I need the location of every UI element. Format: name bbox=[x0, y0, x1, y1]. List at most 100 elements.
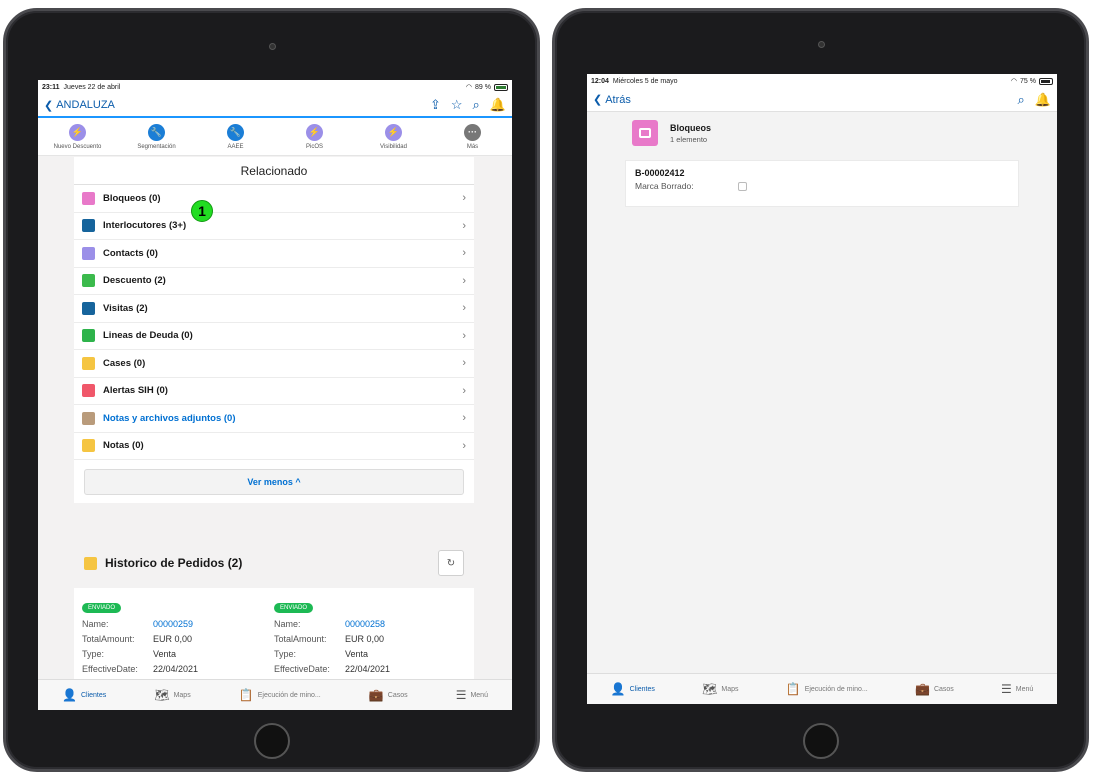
tab-icon: ☰ bbox=[455, 688, 467, 702]
back-button[interactable]: ❮ Atrás bbox=[593, 93, 631, 107]
related-item-icon bbox=[82, 384, 95, 398]
refresh-button[interactable]: ↻ bbox=[438, 550, 464, 576]
home-button[interactable] bbox=[253, 723, 290, 759]
related-item-label: Notas y archivos adjuntos (0) bbox=[103, 412, 236, 424]
order-field-value: Venta bbox=[345, 649, 369, 659]
related-item-label: Interlocutores (3+) bbox=[103, 220, 187, 232]
action-3[interactable]: ⚡ PicOS bbox=[280, 123, 350, 150]
related-item[interactable]: Descuento (2) › bbox=[74, 268, 474, 295]
chevron-right-icon: › bbox=[462, 384, 466, 397]
order-field-label: Type: bbox=[274, 649, 297, 659]
camera-icon bbox=[268, 43, 276, 50]
chevron-left-icon: ❮ bbox=[593, 94, 603, 106]
related-item[interactable]: Interlocutores (3+) › bbox=[74, 213, 474, 240]
order-field-label: EffectiveDate: bbox=[274, 664, 330, 674]
home-button[interactable] bbox=[802, 723, 839, 759]
tab-label: Clientes bbox=[80, 691, 107, 699]
action-bar: ⚡ Nuevo Descuento 🔧 Segmentación 🔧 AAEE ⚡ PicOS… bbox=[38, 118, 512, 156]
chevron-right-icon: › bbox=[462, 219, 466, 232]
order-field: Name: 00000258 bbox=[274, 617, 454, 632]
related-title: Relacionado bbox=[74, 157, 474, 185]
tab-men[interactable]: ☰ Menú bbox=[1001, 682, 1033, 696]
order-field-value[interactable]: 00000259 bbox=[153, 617, 193, 632]
bell-icon[interactable]: 🔔 bbox=[490, 97, 506, 113]
tab-icon: 🗺 bbox=[702, 682, 718, 696]
tab-icon: 🗺 bbox=[154, 688, 170, 702]
related-item[interactable]: Notas (0) › bbox=[74, 433, 474, 460]
tab-clientes[interactable]: 👤 Clientes bbox=[611, 682, 655, 696]
order-field-value: 22/04/2021 bbox=[153, 664, 199, 674]
back-button[interactable]: ❮ ANDALUZA bbox=[44, 99, 115, 112]
chevron-right-icon: › bbox=[462, 192, 466, 205]
action-0[interactable]: ⚡ Nuevo Descuento bbox=[43, 123, 113, 150]
related-item-icon bbox=[82, 356, 95, 370]
chevron-right-icon: › bbox=[462, 412, 466, 425]
record-card[interactable]: B-00002412 Marca Borrado: bbox=[625, 160, 1019, 207]
related-item[interactable]: Notas y archivos adjuntos (0) › bbox=[74, 405, 474, 433]
ver-menos-button[interactable]: Ver menos ^ bbox=[84, 469, 464, 495]
related-item-label: Notas (0) bbox=[103, 440, 144, 452]
related-item[interactable]: Cases (0) › bbox=[74, 350, 474, 378]
tab-ejecucin[interactable]: 📋 Ejecución de mino... bbox=[786, 682, 868, 696]
battery-percent: 75 % bbox=[1020, 77, 1036, 85]
tab-maps[interactable]: 🗺 Maps bbox=[154, 688, 190, 702]
action-4[interactable]: ⚡ Visibilidad bbox=[359, 123, 429, 150]
order-field-value: EUR 0,00 bbox=[153, 634, 193, 644]
tab-clientes[interactable]: 👤 Clientes bbox=[62, 688, 106, 702]
related-item-icon bbox=[82, 329, 95, 343]
tab-label: Casos bbox=[387, 691, 408, 699]
action-icon: 🔧 bbox=[148, 123, 165, 141]
callout-badge: 1 bbox=[191, 200, 213, 222]
tab-men[interactable]: ☰ Menú bbox=[456, 688, 488, 702]
wifi-icon: ◠ bbox=[1010, 78, 1018, 85]
chevron-right-icon: › bbox=[462, 329, 466, 342]
order-card: ENVIADO Name: 00000258 TotalAmount: EUR 0,00… bbox=[274, 596, 454, 680]
order-field: Type: Venta bbox=[274, 647, 454, 662]
order-field-value: EUR 0,00 bbox=[345, 634, 385, 644]
related-item[interactable]: Lineas de Deuda (0) › bbox=[74, 323, 474, 350]
order-field: EffectiveDate: 22/04/2021 bbox=[82, 662, 262, 677]
related-item[interactable]: Alertas SIH (0) › bbox=[74, 378, 474, 405]
tab-bar: 👤 Clientes 🗺 Maps 📋 Ejecución de mino... 💼 Caso… bbox=[587, 673, 1057, 704]
bloqueos-icon bbox=[632, 120, 658, 146]
tab-label: Maps bbox=[173, 691, 191, 699]
order-field-label: Type: bbox=[82, 649, 105, 659]
chevron-right-icon: › bbox=[462, 247, 466, 260]
tab-icon: 📋 bbox=[785, 682, 801, 696]
star-icon[interactable]: ☆ bbox=[451, 97, 463, 113]
order-field-value: Venta bbox=[153, 649, 177, 659]
related-section: Relacionado Bloqueos (0) › Interlocutores … bbox=[74, 157, 474, 503]
action-1[interactable]: 🔧 Segmentación bbox=[122, 123, 192, 150]
related-item[interactable]: Bloqueos (0) › bbox=[74, 185, 474, 213]
order-field-label: Name: bbox=[82, 619, 109, 629]
action-2[interactable]: 🔧 AAEE bbox=[201, 123, 271, 150]
order-card: ENVIADO Name: 00000259 TotalAmount: EUR 0,00… bbox=[82, 596, 262, 680]
search-icon[interactable]: ⌕ bbox=[473, 97, 480, 113]
share-icon[interactable]: ⇪ bbox=[430, 97, 441, 113]
orders-list: ENVIADO Name: 00000259 TotalAmount: EUR 0,00… bbox=[74, 588, 474, 688]
tab-label: Maps bbox=[721, 685, 739, 693]
related-item-icon bbox=[82, 439, 95, 453]
wifi-icon: ◠ bbox=[465, 84, 473, 91]
tab-casos[interactable]: 💼 Casos bbox=[369, 688, 408, 702]
tab-casos[interactable]: 💼 Casos bbox=[915, 682, 954, 696]
related-item-icon bbox=[82, 274, 95, 288]
bell-icon[interactable]: 🔔 bbox=[1035, 92, 1051, 108]
order-field-value[interactable]: 00000258 bbox=[345, 617, 385, 632]
tab-ejecucin[interactable]: 📋 Ejecución de mino... bbox=[239, 688, 321, 702]
chevron-left-icon: ❮ bbox=[44, 99, 54, 112]
back-label: ANDALUZA bbox=[56, 99, 115, 111]
search-icon[interactable]: ⌕ bbox=[1018, 92, 1025, 108]
order-field: Name: 00000259 bbox=[82, 617, 262, 632]
related-item[interactable]: Visitas (2) › bbox=[74, 295, 474, 323]
tab-icon: ☰ bbox=[1001, 682, 1012, 696]
action-icon: ⚡ bbox=[385, 123, 402, 141]
order-field: TotalAmount: EUR 0,00 bbox=[274, 632, 454, 647]
order-field-label: TotalAmount: bbox=[82, 634, 135, 644]
related-item[interactable]: Contacts (0) › bbox=[74, 240, 474, 268]
tab-maps[interactable]: 🗺 Maps bbox=[702, 682, 738, 696]
nav-bar: ❮ Atrás ⌕ 🔔 bbox=[587, 88, 1057, 112]
action-5[interactable]: ··· Más bbox=[438, 123, 508, 150]
order-field-label: TotalAmount: bbox=[274, 634, 327, 644]
order-field-value: 22/04/2021 bbox=[345, 664, 391, 674]
